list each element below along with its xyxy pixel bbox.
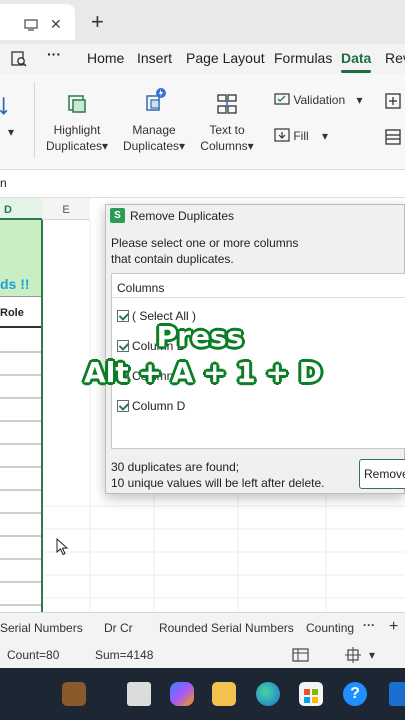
normal-view-icon[interactable] (292, 647, 310, 666)
menu-review[interactable]: Rev (385, 50, 405, 66)
spreadsheet-app-icon: S (110, 208, 125, 223)
manage-duplicates-button[interactable]: Manage Duplicates▾ (121, 86, 187, 154)
sheet-tab-counting[interactable]: Counting (306, 621, 354, 635)
sheet-tab-dr-cr[interactable]: Dr Cr (104, 621, 133, 635)
remove-button[interactable]: Remove (359, 459, 405, 489)
new-tab-button[interactable]: + (91, 9, 104, 35)
copilot-icon[interactable] (170, 682, 194, 706)
validation-icon (274, 93, 290, 105)
menu-page-layout[interactable]: Page Layout (186, 50, 265, 66)
consolidate-icon[interactable] (385, 92, 403, 113)
close-tab-icon[interactable]: ✕ (50, 16, 62, 33)
overlay-press: Press (156, 320, 244, 353)
status-count: Count=80 (7, 648, 60, 662)
browser-tab[interactable]: ✕ (0, 4, 75, 40)
help-icon[interactable]: ? (343, 682, 367, 706)
task-view-icon[interactable] (127, 682, 151, 706)
menu-insert[interactable]: Insert (137, 50, 172, 66)
sheet-tab-serial-numbers[interactable]: Serial Numbers (0, 621, 83, 635)
sheet-tab-rounded-serial-numbers[interactable]: Rounded Serial Numbers (159, 621, 294, 635)
dialog-title: Remove Duplicates (130, 209, 235, 223)
manage-label-1: Manage (132, 123, 176, 137)
window-icon[interactable] (24, 18, 38, 34)
app-icon[interactable] (389, 682, 405, 706)
validation-button[interactable]: Validation ▾ (274, 92, 363, 107)
highlight-label-1: Highlight (53, 123, 101, 137)
menu-formulas[interactable]: Formulas (274, 50, 332, 66)
overlay-shortcut: Alt + A + 1 + D (84, 356, 322, 389)
formula-bar[interactable]: n (0, 170, 405, 198)
status-sum: Sum=4148 (95, 648, 154, 662)
game-app-icon[interactable] (62, 682, 86, 706)
status-bar: Count=80 Sum=4148 ▾ (0, 642, 405, 668)
title-bar: ✕ + (0, 0, 405, 44)
taskbar: ? (0, 668, 405, 720)
ttc-label-2: Columns▾ (200, 139, 254, 153)
highlight-duplicates-icon (68, 95, 86, 113)
view-dropdown-icon[interactable]: ▾ (369, 648, 375, 662)
menu-home[interactable]: Home (87, 50, 124, 66)
menu-data[interactable]: Data (341, 50, 371, 66)
sheet-tabs-bar: Serial Numbers Dr Cr Rounded Serial Numb… (0, 612, 405, 642)
checkbox-column-d[interactable]: Column D (117, 399, 185, 415)
ribbon: rt ▾ Highlight Duplicates▾ Manage Duplic… (0, 74, 405, 170)
active-tab-indicator (341, 70, 371, 73)
checkbox-checked-icon (117, 400, 129, 412)
name-box-partial[interactable]: n (0, 176, 7, 190)
store-icon[interactable] (299, 682, 323, 706)
columns-title: Columns (117, 281, 165, 295)
text-to-columns-icon (217, 94, 237, 114)
search-file-icon[interactable] (10, 50, 28, 71)
highlight-label-2: Duplicates▾ (45, 139, 109, 153)
text-to-columns-button[interactable]: Text to Columns▾ (198, 92, 256, 154)
fill-icon (274, 128, 290, 142)
duplicates-status: 30 duplicates are found; 10 unique value… (111, 460, 325, 490)
edge-browser-icon[interactable] (256, 682, 280, 706)
add-sheet-button[interactable]: + (389, 618, 398, 636)
mouse-cursor-icon (56, 538, 69, 556)
fill-button[interactable]: Fill ▾ (274, 128, 328, 143)
more-options-icon[interactable]: ··· (47, 46, 61, 62)
more-sheets-icon[interactable]: ··· (363, 618, 375, 632)
dialog-instructions: Please select one or more columns that c… (111, 236, 299, 266)
ttc-label-1: Text to (209, 123, 245, 137)
sort-icon (0, 97, 8, 115)
ribbon-separator (34, 82, 35, 158)
manage-label-2: Duplicates▾ (122, 139, 186, 153)
column-d-header[interactable]: D (0, 198, 42, 220)
manage-duplicates-icon (146, 88, 166, 111)
column-e-header[interactable]: E (42, 198, 90, 220)
page-break-icon[interactable] (345, 647, 361, 666)
highlight-duplicates-button[interactable]: Highlight Duplicates▾ (44, 92, 110, 154)
table-icon[interactable] (385, 128, 403, 149)
file-explorer-icon[interactable] (212, 682, 236, 706)
sort-button[interactable]: rt ▾ (0, 94, 20, 139)
